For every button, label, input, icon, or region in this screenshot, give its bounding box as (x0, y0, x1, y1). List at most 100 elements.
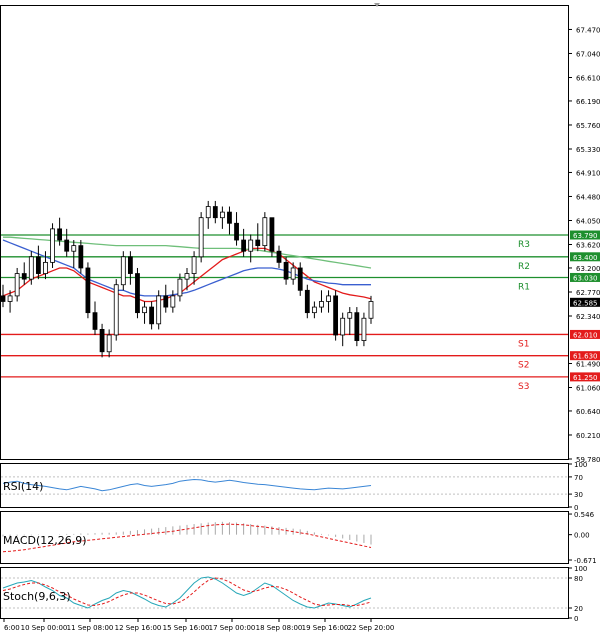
stoch-tick-label: 0 (574, 615, 578, 623)
candle-bear (333, 295, 339, 336)
trading-chart[interactable]: R3 63.790 R2 63.400 R1 63.030 S1 62.010 S2 61.630… (0, 0, 600, 633)
candle-bull (71, 245, 77, 252)
price-axis: 67.470 67.040 66.610 66.190 65.760 65.330 64.9… (568, 26, 600, 464)
level-price-label: 61.250 (573, 374, 598, 382)
level-price-label: 63.400 (573, 254, 598, 262)
level-price-label: 61.630 (573, 353, 598, 361)
stoch-label: Stoch(9,6,3) (3, 590, 71, 603)
candle-bear (227, 211, 232, 224)
price-tick-label: 63.620 (576, 242, 600, 250)
time-tick-label: 12 Sep 16:00 (115, 624, 162, 632)
candle-bull (7, 295, 13, 302)
current-price-label: 62.585 (573, 299, 598, 307)
candle-bull (248, 239, 254, 252)
candle-bull (28, 256, 34, 280)
price-tick-label: 64.050 (576, 217, 600, 225)
candle-bear (135, 273, 140, 314)
stoch-panel[interactable] (0, 567, 569, 619)
rsi-tick-label: 100 (574, 461, 587, 469)
candle-bear (64, 239, 70, 252)
candle-bear (276, 250, 282, 263)
candle-bull (326, 295, 331, 302)
price-tick-label: 60.640 (576, 408, 600, 416)
candle-bull (311, 306, 317, 314)
level-name-s3: S3 (518, 382, 529, 392)
price-tick-label: 65.760 (576, 122, 600, 130)
level-name-s1: S1 (518, 339, 529, 349)
candle-bull (177, 278, 183, 297)
price-tick-label: 66.190 (576, 98, 600, 106)
candle-bear (99, 329, 105, 353)
candle-bear (127, 256, 133, 274)
candle-bull (219, 211, 225, 219)
candle-bear (354, 312, 360, 341)
candle-bull (347, 312, 353, 319)
price-tick-label: 64.480 (576, 193, 600, 201)
rsi-tick-label: 30 (574, 491, 583, 499)
time-tick-label: 22 Sep 20:00 (348, 624, 395, 632)
candle-bull (198, 217, 204, 258)
candle-bull (262, 217, 268, 247)
level-name-r2: R2 (518, 262, 530, 272)
time-tick-label: 17 Sep 00:00 (209, 624, 256, 632)
candle-bear (269, 217, 275, 252)
candle-bull (340, 317, 346, 336)
level-price-label: 63.790 (573, 232, 598, 240)
level-price-label: 63.030 (573, 274, 598, 282)
time-tick-label: 15 Sep 16:00 (163, 624, 210, 632)
candle-bear (255, 239, 261, 247)
macd-tick-label: 0.00 (574, 532, 590, 540)
price-tick-label: 62.770 (576, 289, 600, 297)
candle-bull (113, 284, 119, 336)
candle-bull (205, 206, 211, 219)
candle-bull (156, 295, 162, 325)
price-tick-label: 66.610 (576, 74, 600, 82)
time-tick-label: 10 Sep 00:00 (21, 624, 68, 632)
price-panel[interactable] (0, 5, 569, 460)
rsi-panel[interactable] (0, 463, 569, 508)
candle-bear (297, 267, 303, 291)
candle-bear (57, 228, 63, 241)
level-name-r3: R3 (518, 240, 530, 250)
candle-bear (85, 267, 91, 314)
candle-bull (14, 273, 20, 297)
price-tick-label: 67.040 (576, 50, 600, 58)
time-tick-label: 19 Sep 16:00 (302, 624, 349, 632)
candle-bull (319, 301, 324, 308)
candle-bull (290, 267, 296, 280)
price-tick-label: 67.470 (576, 26, 600, 34)
candle-bull (191, 256, 197, 274)
price-tick-label: 61.060 (576, 385, 600, 393)
macd-tick-label: -0.671 (574, 557, 597, 565)
stoch-tick-label: 20 (574, 605, 583, 613)
candle-bear (283, 261, 289, 280)
candle-bull (361, 317, 367, 341)
time-axis: 6:00 10 Sep 00:00 11 Sep 08:00 12 Sep 16:00… (3, 619, 395, 632)
rsi-label: RSI(14) (3, 480, 43, 493)
candle-bear (234, 222, 239, 241)
candle-bull (142, 306, 147, 314)
candle-bull (106, 334, 112, 353)
candle-bear (92, 312, 98, 330)
candle-bear (163, 295, 169, 308)
macd-label: MACD(12,26,9) (3, 534, 87, 547)
level-name-s2: S2 (518, 361, 529, 371)
price-tick-label: 64.910 (576, 169, 600, 177)
candle-bear (241, 239, 247, 252)
candle-bull (50, 228, 55, 263)
stoch-tick-label: 100 (574, 565, 587, 573)
time-tick-label: 11 Sep 08:00 (67, 624, 114, 632)
price-tick-label: 62.340 (576, 313, 600, 321)
candle-bear (304, 289, 310, 314)
price-tick-label: 63.200 (576, 265, 600, 273)
candle-bear (0, 295, 6, 302)
rsi-tick-label: 70 (574, 474, 583, 482)
candle-bear (149, 306, 155, 325)
level-name-r1: R1 (518, 282, 530, 292)
candle-bear (212, 206, 218, 219)
price-tick-label: 65.330 (576, 146, 600, 154)
candle-bear (78, 245, 84, 269)
candle-bull (368, 301, 374, 319)
candle-bull (43, 261, 48, 274)
candle-bear (21, 273, 27, 280)
